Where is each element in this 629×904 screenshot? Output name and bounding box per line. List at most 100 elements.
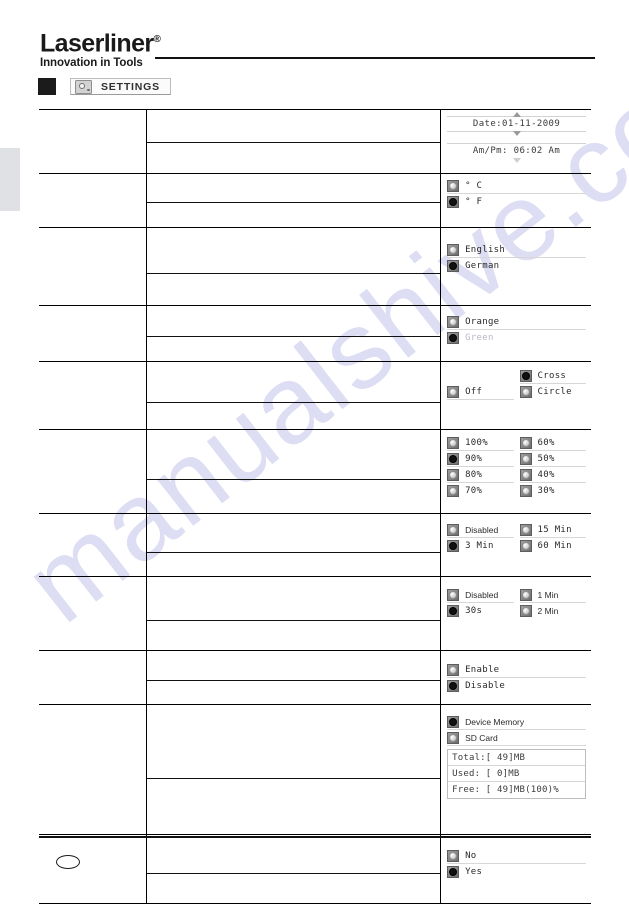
screen-crosshair: Off Cross Circle <box>441 362 591 404</box>
option-60min[interactable]: 60 Min <box>520 538 586 554</box>
radio-icon[interactable] <box>447 386 459 398</box>
camera-icon <box>75 80 92 94</box>
option-cross[interactable]: Cross <box>520 368 586 384</box>
radio-icon-selected[interactable] <box>447 605 459 617</box>
cell-desc-crosshair-b <box>147 403 441 430</box>
time-spinner[interactable]: Am/Pm: 06:02 Am <box>447 143 586 158</box>
radio-icon-selected[interactable] <box>447 540 459 552</box>
cell-desc-storage <box>147 705 441 779</box>
option-disabled[interactable]: Disabled <box>447 587 513 603</box>
header-divider <box>155 57 595 59</box>
radio-icon[interactable] <box>520 453 532 465</box>
radio-icon[interactable] <box>447 732 459 744</box>
radio-icon-selected[interactable] <box>520 370 532 382</box>
option-circle[interactable]: Circle <box>520 384 586 400</box>
option-100[interactable]: 100% <box>447 435 513 451</box>
option-90[interactable]: 90% <box>447 451 513 467</box>
brand-name: Laserliner® <box>40 27 160 56</box>
option-celsius[interactable]: ° C <box>447 178 586 194</box>
option-label: ° F <box>465 197 482 207</box>
option-orange[interactable]: Orange <box>447 314 586 330</box>
option-label: Green <box>465 333 494 343</box>
radio-icon[interactable] <box>447 485 459 497</box>
memory-info-box: Total:[ 49]MB Used: [ 0]MB Free: [ 49]MB… <box>447 749 586 799</box>
radio-icon[interactable] <box>520 386 532 398</box>
radio-icon-selected[interactable] <box>447 866 459 878</box>
cell-desc-yes <box>147 874 441 904</box>
cell-label-confirm <box>39 835 147 904</box>
option-60[interactable]: 60% <box>520 435 586 451</box>
cell-desc-no <box>147 835 441 874</box>
radio-icon[interactable] <box>520 540 532 552</box>
option-30s[interactable]: 30s <box>447 603 513 619</box>
radio-icon[interactable] <box>447 589 459 601</box>
option-70[interactable]: 70% <box>447 483 513 499</box>
date-up-arrow-icon[interactable] <box>513 112 521 117</box>
option-fahrenheit[interactable]: ° F <box>447 194 586 210</box>
radio-icon[interactable] <box>520 589 532 601</box>
table-row: Disabled 3 Min 15 Min 60 Min <box>39 514 591 553</box>
option-disabled[interactable]: Disabled <box>447 522 513 538</box>
option-english[interactable]: English <box>447 242 586 258</box>
option-off[interactable]: Off <box>447 384 513 400</box>
registered-mark-icon: ® <box>154 34 161 45</box>
cell-label-backlight <box>39 577 147 651</box>
date-spinner[interactable]: Date:01-11-2009 <box>447 116 586 132</box>
cell-label-brightness <box>39 430 147 514</box>
radio-icon[interactable] <box>447 244 459 256</box>
option-label: Off <box>465 387 482 397</box>
brand-tagline: Innovation in Tools <box>40 57 160 70</box>
radio-icon[interactable] <box>447 850 459 862</box>
option-no[interactable]: No <box>447 848 586 864</box>
cell-desc-german <box>147 274 441 306</box>
radio-icon-selected[interactable] <box>447 196 459 208</box>
option-30[interactable]: 30% <box>520 483 586 499</box>
option-label: 15 Min <box>538 525 572 535</box>
radio-icon[interactable] <box>520 524 532 536</box>
screen-confirm: No Yes <box>441 835 591 884</box>
option-label: Disabled <box>465 590 498 600</box>
radio-icon[interactable] <box>447 524 459 536</box>
option-80[interactable]: 80% <box>447 467 513 483</box>
screen-language: English German <box>441 228 591 278</box>
option-3min[interactable]: 3 Min <box>447 538 513 554</box>
option-sd-card[interactable]: SD Card <box>447 730 586 746</box>
option-50[interactable]: 50% <box>520 451 586 467</box>
radio-icon[interactable] <box>447 437 459 449</box>
radio-icon[interactable] <box>520 485 532 497</box>
option-1min[interactable]: 1 Min <box>520 587 586 603</box>
date-down-arrow-icon[interactable] <box>513 131 521 136</box>
radio-icon-selected[interactable] <box>447 680 459 692</box>
radio-icon[interactable] <box>520 469 532 481</box>
radio-icon[interactable] <box>520 437 532 449</box>
screen-date-time: Date:01-11-2009 Am/Pm: 06:02 Am <box>441 110 591 162</box>
section-title-box: SETTINGS <box>70 78 171 95</box>
table-row: English German <box>39 228 591 274</box>
radio-icon[interactable] <box>447 469 459 481</box>
radio-icon-selected[interactable] <box>447 453 459 465</box>
option-40[interactable]: 40% <box>520 467 586 483</box>
radio-icon[interactable] <box>447 316 459 328</box>
table-row: Off Cross Circle <box>39 362 591 403</box>
option-15min[interactable]: 15 Min <box>520 522 586 538</box>
cell-screen-brightness: 100% 90% 80% 70% 60% 50% 40% 30% <box>441 430 591 514</box>
cell-desc-disable <box>147 681 441 705</box>
option-label: Orange <box>465 317 499 327</box>
radio-icon[interactable] <box>520 605 532 617</box>
option-german[interactable]: German <box>447 258 586 274</box>
radio-icon-selected[interactable] <box>447 260 459 272</box>
option-enable[interactable]: Enable <box>447 662 586 678</box>
radio-icon[interactable] <box>447 180 459 192</box>
radio-icon[interactable] <box>447 664 459 676</box>
option-2min[interactable]: 2 Min <box>520 603 586 619</box>
option-device-memory[interactable]: Device Memory <box>447 714 586 730</box>
option-yes[interactable]: Yes <box>447 864 586 880</box>
cell-label-language <box>39 228 147 306</box>
option-label: 80% <box>465 470 482 480</box>
time-down-arrow-icon[interactable] <box>513 158 521 163</box>
option-disable[interactable]: Disable <box>447 678 586 694</box>
cell-label-auto-off <box>39 514 147 577</box>
radio-icon-selected[interactable] <box>447 716 459 728</box>
option-green[interactable]: Green <box>447 330 586 346</box>
radio-icon-selected[interactable] <box>447 332 459 344</box>
